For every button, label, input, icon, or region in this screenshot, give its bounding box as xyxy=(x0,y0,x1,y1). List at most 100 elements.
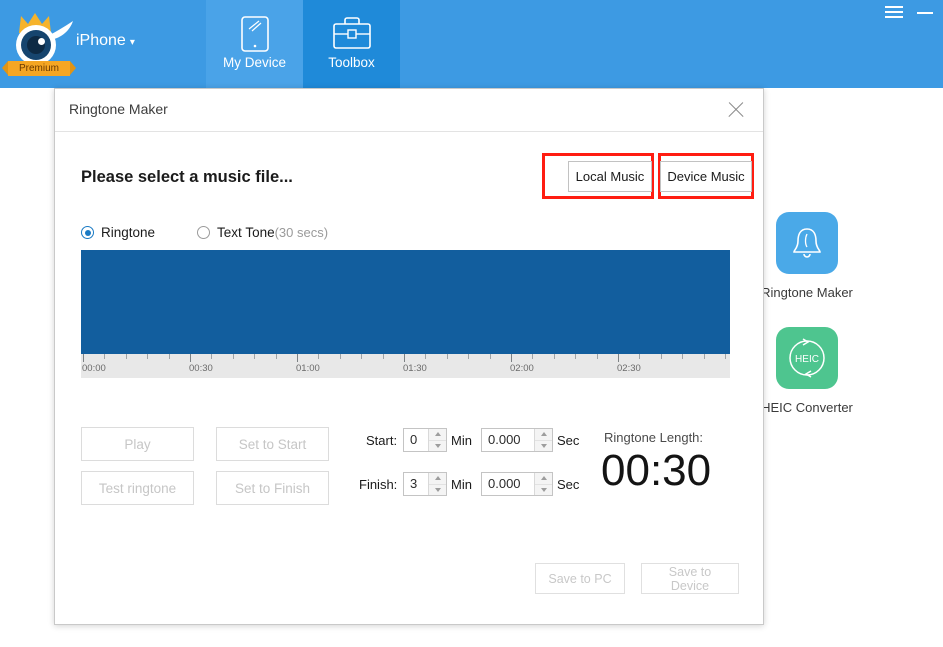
device-name-label: iPhone xyxy=(76,32,126,49)
ruler-tick-label: 00:30 xyxy=(189,363,213,374)
ruler-tick-minor xyxy=(275,354,277,359)
play-button[interactable]: Play xyxy=(81,427,194,461)
ruler-tick-minor xyxy=(254,354,256,359)
ringtone-length-label: Ringtone Length: xyxy=(604,430,704,445)
tab-my-device[interactable]: My Device xyxy=(206,0,303,88)
start-seconds-value[interactable]: 0.000 xyxy=(482,429,534,451)
ruler-tick-minor xyxy=(168,354,170,359)
stepper-down-icon[interactable] xyxy=(429,441,446,452)
menu-icon[interactable] xyxy=(885,4,903,20)
ruler-tick-minor xyxy=(104,354,106,359)
ruler-tick-minor xyxy=(147,354,149,359)
ruler-tick-minor xyxy=(211,354,213,359)
ruler-tick-minor xyxy=(489,354,491,359)
minimize-icon[interactable] xyxy=(917,4,935,20)
finish-seconds-value[interactable]: 0.000 xyxy=(482,473,534,495)
timeline-ruler[interactable]: 00:00 00:30 01:00 01:30 02:00 02:30 xyxy=(81,354,730,378)
local-music-button[interactable]: Local Music xyxy=(568,161,652,192)
set-to-start-button[interactable]: Set to Start xyxy=(216,427,329,461)
tone-type-radio-group: Ringtone Text Tone (30 secs) xyxy=(81,225,328,240)
finish-minutes-arrows[interactable] xyxy=(428,473,446,495)
tab-toolbox-label: Toolbox xyxy=(328,55,375,70)
ruler-tick-minor xyxy=(339,354,341,359)
start-seconds-arrows[interactable] xyxy=(534,429,552,451)
dialog-prompt: Please select a music file... xyxy=(81,168,293,186)
tool-heic-converter[interactable]: HEIC HEIC Converter xyxy=(747,327,867,415)
start-seconds-stepper[interactable]: 0.000 xyxy=(481,428,553,452)
radio-text-tone[interactable] xyxy=(197,226,211,239)
waveform-display[interactable] xyxy=(81,250,730,354)
radio-ringtone-label: Ringtone xyxy=(101,225,156,240)
ringtone-maker-dialog: Ringtone Maker Please select a music fil… xyxy=(54,88,764,625)
radio-text-tone-sublabel: (30 secs) xyxy=(274,225,329,240)
ringtone-length-value: 00:30 xyxy=(601,446,712,495)
finish-seconds-arrows[interactable] xyxy=(534,473,552,495)
ruler-tick-minor xyxy=(682,354,684,359)
tablet-icon xyxy=(240,14,270,54)
start-label: Start: xyxy=(366,433,398,448)
ruler-tick-minor xyxy=(361,354,363,359)
ruler-tick-minor xyxy=(382,354,384,359)
finish-label: Finish: xyxy=(359,477,398,492)
start-min-unit-label: Min xyxy=(451,433,472,448)
ruler-tick-minor xyxy=(575,354,577,359)
save-to-device-button[interactable]: Save to Device xyxy=(641,563,739,594)
tool-ringtone-maker[interactable]: Ringtone Maker xyxy=(747,212,867,300)
start-minutes-stepper[interactable]: 0 xyxy=(403,428,447,452)
stepper-up-icon[interactable] xyxy=(535,429,552,441)
ruler-tick-minor xyxy=(553,354,555,359)
ruler-tick-major xyxy=(404,354,405,362)
device-music-button[interactable]: Device Music xyxy=(660,161,752,192)
stepper-down-icon[interactable] xyxy=(535,485,552,496)
ruler-tick-minor xyxy=(725,354,726,359)
ruler-tick-label: 02:30 xyxy=(617,363,641,374)
ruler-tick-minor xyxy=(425,354,427,359)
set-to-finish-button[interactable]: Set to Finish xyxy=(216,471,329,505)
start-minutes-value[interactable]: 0 xyxy=(404,429,428,451)
device-selector[interactable]: iPhone ▾ xyxy=(76,32,135,50)
ruler-tick-minor xyxy=(703,354,705,359)
finish-minutes-stepper[interactable]: 3 xyxy=(403,472,447,496)
ruler-tick-label: 02:00 xyxy=(510,363,534,374)
stepper-up-icon[interactable] xyxy=(429,429,446,441)
window-controls xyxy=(885,4,935,20)
tab-toolbox[interactable]: Toolbox xyxy=(303,0,400,88)
brand-area: Premium iPhone ▾ xyxy=(2,6,198,76)
stepper-up-icon[interactable] xyxy=(535,473,552,485)
ruler-tick-major xyxy=(83,354,84,362)
briefcase-icon xyxy=(332,14,372,54)
ruler-tick-minor xyxy=(318,354,320,359)
finish-minutes-value[interactable]: 3 xyxy=(404,473,428,495)
start-sec-unit-label: Sec xyxy=(557,433,580,448)
logo-eye-glint xyxy=(38,38,45,45)
tab-my-device-label: My Device xyxy=(222,55,286,70)
app-logo: Premium xyxy=(2,11,76,76)
finish-seconds-stepper[interactable]: 0.000 xyxy=(481,472,553,496)
stepper-up-icon[interactable] xyxy=(429,473,446,485)
stepper-down-icon[interactable] xyxy=(429,485,446,496)
radio-ringtone[interactable] xyxy=(81,226,94,239)
tool-heic-converter-label: HEIC Converter xyxy=(761,400,853,415)
test-ringtone-button[interactable]: Test ringtone xyxy=(81,471,194,505)
ruler-tick-minor xyxy=(660,354,662,359)
ruler-tick-label: 00:00 xyxy=(82,363,106,374)
save-to-pc-button[interactable]: Save to PC xyxy=(535,563,625,594)
close-icon[interactable] xyxy=(723,97,749,123)
premium-badge: Premium xyxy=(2,61,76,76)
start-minutes-arrows[interactable] xyxy=(428,429,446,451)
ruler-tick-minor xyxy=(125,354,127,359)
ruler-tick-minor xyxy=(639,354,641,359)
ruler-tick-minor xyxy=(596,354,598,359)
ruler-tick-major xyxy=(297,354,298,362)
ruler-tick-minor xyxy=(232,354,234,359)
tool-ringtone-maker-label: Ringtone Maker xyxy=(761,285,853,300)
ruler-tick-minor xyxy=(446,354,448,359)
ruler-tick-minor xyxy=(468,354,470,359)
chevron-down-icon: ▾ xyxy=(129,37,135,48)
app-header: Premium iPhone ▾ My Device Toolbox xyxy=(0,0,943,88)
ruler-tick-major xyxy=(511,354,512,362)
stepper-down-icon[interactable] xyxy=(535,441,552,452)
bell-icon xyxy=(776,212,838,274)
dialog-title: Ringtone Maker xyxy=(69,101,168,117)
ruler-tick-major xyxy=(618,354,619,362)
